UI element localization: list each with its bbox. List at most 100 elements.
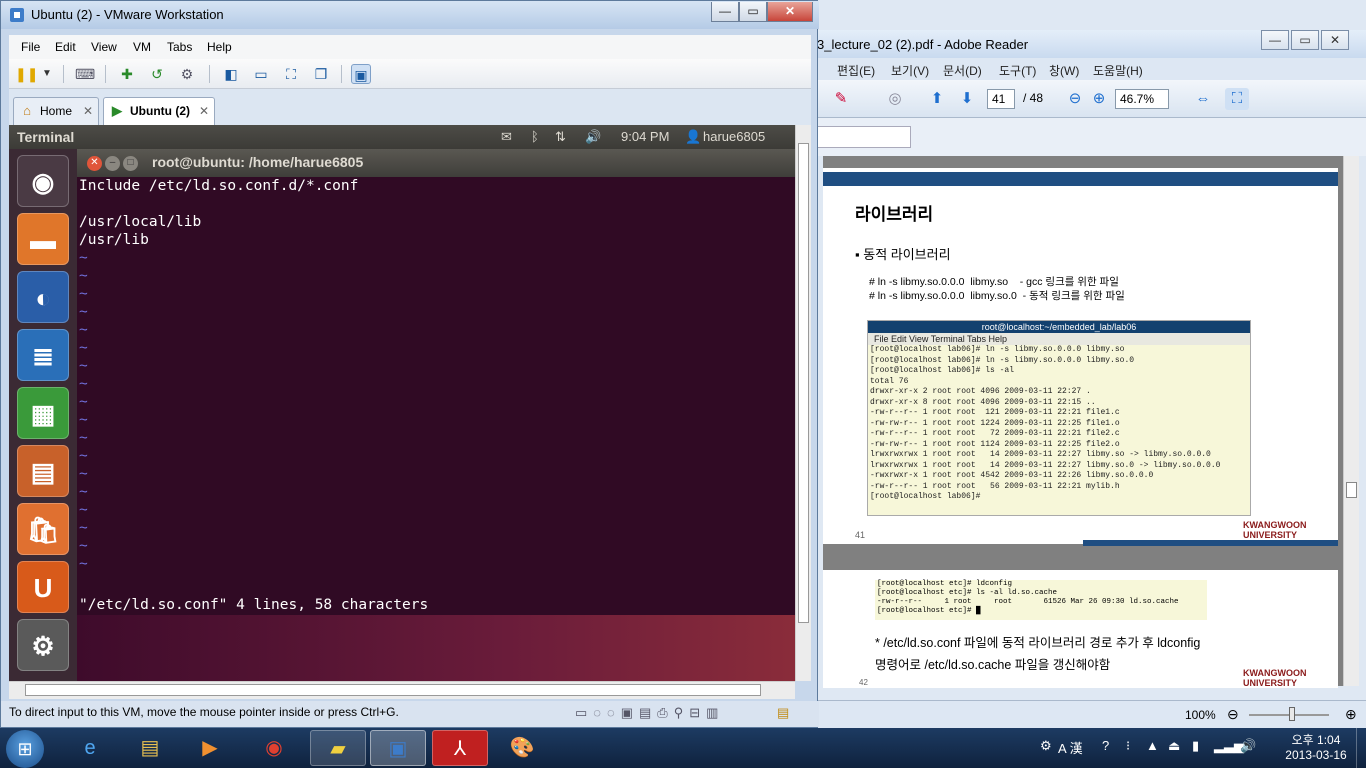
- power-dropdown-icon[interactable]: ▼: [37, 64, 57, 84]
- panel-clock[interactable]: 9:04 PM: [621, 129, 669, 144]
- previous-page-icon[interactable]: ⬆: [925, 88, 949, 110]
- panel-user[interactable]: harue6805: [703, 129, 765, 144]
- pdf-maximize-button[interactable]: ▭: [1291, 30, 1319, 50]
- collaborate-icon[interactable]: ◎: [883, 88, 907, 110]
- status-zoom-in-icon[interactable]: ⊕: [1345, 706, 1357, 723]
- revert-snapshot-icon[interactable]: ↺: [147, 64, 167, 84]
- fit-width-icon[interactable]: ⇔: [1191, 88, 1215, 110]
- terminal-text-area[interactable]: Include /etc/ld.so.conf.d/*.conf /usr/lo…: [77, 177, 795, 615]
- adobe-reader-taskbar-icon[interactable]: ⅄: [432, 730, 488, 766]
- terminal-minimize-button[interactable]: –: [105, 156, 120, 171]
- show-sidebar-icon[interactable]: ◧: [221, 64, 241, 84]
- status-zoom-out-icon[interactable]: ⊖: [1227, 706, 1239, 723]
- slide-bullet: ▪ 동적 라이브러리: [855, 247, 951, 262]
- show-thumbnails-icon[interactable]: ▭: [251, 64, 271, 84]
- sign-icon[interactable]: ✎: [829, 88, 853, 110]
- libreoffice-impress-icon[interactable]: ▤: [17, 445, 69, 497]
- unity-icon[interactable]: ❐: [311, 64, 331, 84]
- power-icon[interactable]: ▮: [1192, 738, 1199, 754]
- show-desktop-button[interactable]: [1356, 728, 1366, 768]
- ime-help-icon[interactable]: ?: [1102, 738, 1109, 753]
- vim-tilde-line: ~: [79, 430, 88, 446]
- show-hidden-icons[interactable]: ▲: [1146, 738, 1159, 753]
- system-settings-icon[interactable]: ⚙: [17, 619, 69, 671]
- firefox-icon[interactable]: ◐: [17, 271, 69, 323]
- menu-vm[interactable]: VM: [133, 40, 151, 54]
- dash-home-icon[interactable]: ◉: [17, 155, 69, 207]
- terminal-title: root@ubuntu: /home/harue6805: [152, 154, 364, 170]
- take-snapshot-icon[interactable]: ✚: [117, 64, 137, 84]
- ime-indicator[interactable]: A 漢: [1058, 738, 1083, 757]
- tab-home-close-icon[interactable]: ✕: [83, 98, 93, 124]
- safely-remove-hardware-icon[interactable]: ⏏: [1168, 738, 1180, 754]
- menu-view[interactable]: View: [91, 40, 117, 54]
- software-center-icon[interactable]: 🛍: [17, 503, 69, 555]
- pdf-close-button[interactable]: ✕: [1321, 30, 1349, 50]
- sticky-notes-icon[interactable]: ▰: [310, 730, 366, 766]
- tab-ubuntu-close-icon[interactable]: ✕: [199, 98, 209, 124]
- language-bar-icon[interactable]: ⚙: [1040, 738, 1052, 754]
- device-status-icons[interactable]: ▭◌◌▣▤⎙⚲⊟▥: [575, 705, 724, 721]
- slide-terminal-line: drwxr-xr-x 2 root root 4096 2009-03-11 2…: [870, 387, 1091, 396]
- terminal-maximize-button[interactable]: □: [123, 156, 138, 171]
- vm-horizontal-scrollbar[interactable]: [9, 681, 795, 699]
- network-icon[interactable]: ⇅: [555, 129, 566, 145]
- pdf-menu-tools[interactable]: 도구(T): [999, 62, 1036, 79]
- menu-edit[interactable]: Edit: [55, 40, 76, 54]
- tab-ubuntu[interactable]: ▶ Ubuntu (2) ✕: [103, 97, 215, 125]
- volume-tray-icon[interactable]: 🔊: [1240, 738, 1256, 754]
- terminal-close-button[interactable]: ✕: [87, 156, 102, 171]
- mail-icon[interactable]: ✉: [501, 129, 512, 145]
- zoom-out-icon[interactable]: ⊖: [1063, 88, 1087, 110]
- pdf-minimize-button[interactable]: —: [1261, 30, 1289, 50]
- start-button[interactable]: ⊞: [6, 730, 44, 768]
- menu-help[interactable]: Help: [207, 40, 232, 54]
- menu-tabs[interactable]: Tabs: [167, 40, 192, 54]
- pdf-menu-help[interactable]: 도움말(H): [1093, 62, 1143, 79]
- internet-explorer-icon[interactable]: e: [62, 730, 118, 766]
- pdf-menu-edit[interactable]: 편집(E): [837, 62, 875, 79]
- ime-options-icon[interactable]: ⁝: [1126, 738, 1130, 754]
- windows-explorer-icon[interactable]: ▤: [122, 730, 178, 766]
- libreoffice-writer-icon[interactable]: ≣: [17, 329, 69, 381]
- vm-vscroll-thumb[interactable]: [798, 143, 809, 623]
- files-icon[interactable]: ▬: [17, 213, 69, 265]
- pdf-menu-window[interactable]: 창(W): [1049, 62, 1079, 79]
- taskbar-clock[interactable]: 오후 1:04 2013-03-16: [1275, 733, 1357, 763]
- zoom-level-input[interactable]: 46.7%: [1115, 89, 1169, 109]
- page-number-input[interactable]: 41: [987, 89, 1015, 109]
- snapshot-manager-icon[interactable]: ⚙: [177, 64, 197, 84]
- vm-vertical-scrollbar[interactable]: [795, 125, 811, 681]
- fit-page-icon[interactable]: ⛶: [1225, 88, 1249, 110]
- next-page-icon[interactable]: ⬇: [955, 88, 979, 110]
- zoom-in-icon[interactable]: ⊕: [1087, 88, 1111, 110]
- vm-guest-screen[interactable]: Terminal ✉ ᛒ ⇅ 🔊 9:04 PM 👤 harue6805 ◉ ▬…: [9, 125, 795, 681]
- find-field[interactable]: [813, 126, 911, 148]
- vmware-maximize-button[interactable]: ▭: [739, 2, 767, 22]
- ubuntu-one-icon[interactable]: U: [17, 561, 69, 613]
- menu-file[interactable]: File: [21, 40, 40, 54]
- volume-icon[interactable]: 🔊: [585, 129, 601, 145]
- vmware-minimize-button[interactable]: —: [711, 2, 739, 22]
- vm-hscroll-thumb[interactable]: [25, 684, 761, 696]
- tab-home[interactable]: ⌂ Home ✕: [13, 97, 99, 125]
- suspend-icon[interactable]: ❚❚: [15, 64, 38, 84]
- vmware-taskbar-icon[interactable]: ▣: [370, 730, 426, 766]
- slide-terminal-screenshot: root@localhost:~/embedded_lab/lab06 File…: [867, 320, 1251, 516]
- libreoffice-calc-icon[interactable]: ▦: [17, 387, 69, 439]
- pdf-scroll-thumb[interactable]: [1346, 482, 1357, 498]
- pdf-menu-view[interactable]: 보기(V): [891, 62, 929, 79]
- paint-icon[interactable]: 🎨: [494, 730, 550, 766]
- zoom-slider-thumb[interactable]: [1289, 707, 1295, 721]
- console-view-icon[interactable]: ▣: [351, 64, 371, 84]
- pdf-window-title: 3_lecture_02 (2).pdf - Adobe Reader: [817, 37, 1029, 52]
- media-player-icon[interactable]: ▶: [182, 730, 238, 766]
- bluetooth-icon[interactable]: ᛒ: [531, 129, 539, 144]
- chrome-icon[interactable]: ◉: [246, 730, 302, 766]
- pdf-menu-document[interactable]: 문서(D): [943, 62, 982, 79]
- full-screen-icon[interactable]: ⛶: [281, 64, 301, 84]
- vmware-close-button[interactable]: ✕: [767, 2, 813, 22]
- message-log-icon[interactable]: ▤: [777, 705, 789, 721]
- pdf-vertical-scrollbar[interactable]: [1343, 156, 1359, 686]
- send-ctrl-alt-del-icon[interactable]: ⌨: [75, 64, 95, 84]
